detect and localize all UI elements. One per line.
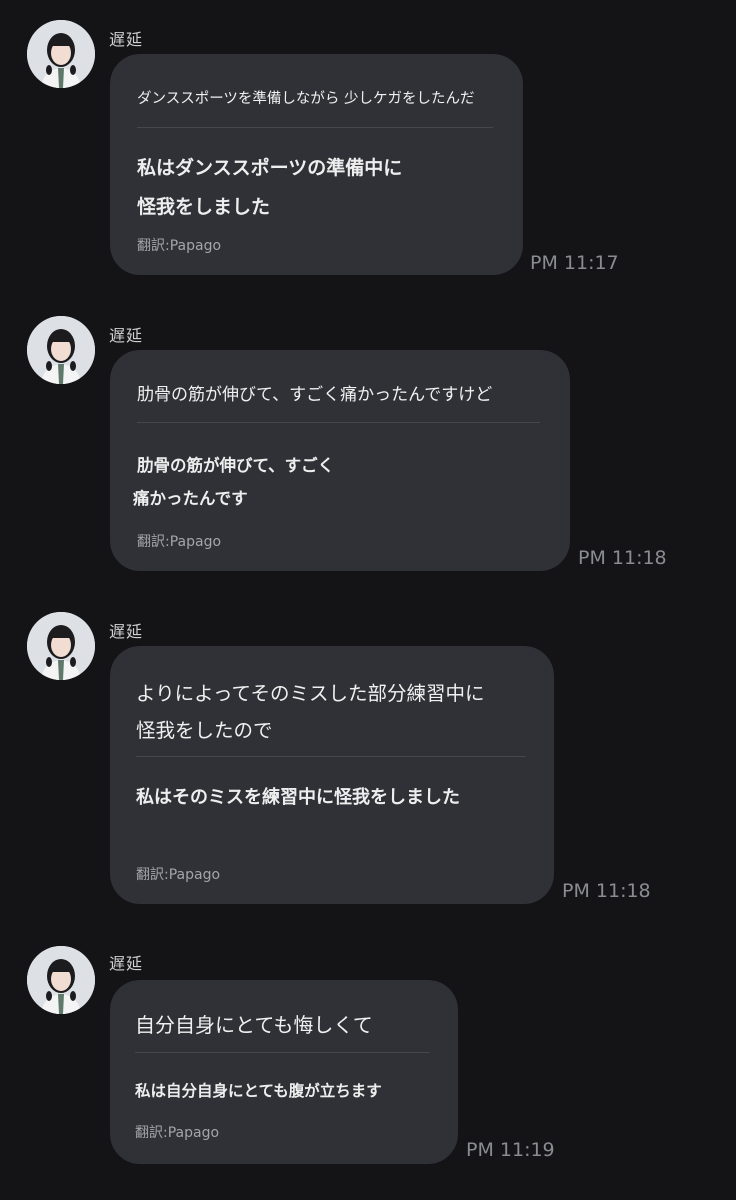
sender-name: 遅延 [109, 622, 144, 641]
translation-divider [137, 127, 493, 128]
translated-text-line: 痛かったんです [133, 489, 248, 508]
message-bubble[interactable]: 肋骨の筋が伸びて、すごく痛かったんですけど 肋骨の筋が伸びて、すごく 痛かったん… [110, 350, 570, 571]
original-text: よりによってそのミスした部分練習中に [136, 682, 485, 705]
avatar[interactable] [27, 946, 95, 1014]
translated-text-line: 私はそのミスを練習中に怪我をしました [136, 787, 460, 808]
message-bubble[interactable]: よりによってそのミスした部分練習中に 怪我をしたので 私はそのミスを練習中に怪我… [110, 646, 554, 904]
message-bubble[interactable]: ダンススポーツを準備しながら 少しケガをしたんだ 私はダンススポーツの準備中に … [110, 54, 523, 275]
original-text: 怪我をしたので [136, 719, 273, 742]
original-text: 自分自身にとても悔しくて [135, 1013, 373, 1037]
translated-text-line: 肋骨の筋が伸びて、すごく [137, 456, 335, 475]
avatar-image [27, 20, 95, 88]
translation-divider [137, 422, 540, 423]
avatar[interactable] [27, 20, 95, 88]
message-timestamp: PM 11:18 [562, 880, 651, 902]
message-timestamp: PM 11:17 [530, 252, 619, 274]
avatar-image [27, 612, 95, 680]
message-timestamp: PM 11:19 [466, 1139, 555, 1161]
translation-divider [135, 1052, 430, 1053]
avatar[interactable] [27, 612, 95, 680]
sender-name: 遅延 [109, 30, 144, 49]
sender-name: 遅延 [109, 954, 144, 973]
avatar-image [27, 316, 95, 384]
avatar[interactable] [27, 316, 95, 384]
translated-text-line: 私は自分自身にとても腹が立ちます [135, 1082, 382, 1100]
translation-credit: 翻訳:Papago [136, 867, 221, 883]
original-text: 肋骨の筋が伸びて、すごく痛かったんですけど [137, 385, 493, 405]
original-text: ダンススポーツを準備しながら 少しケガをしたんだ [137, 91, 475, 107]
message-bubble[interactable]: 自分自身にとても悔しくて 私は自分自身にとても腹が立ちます 翻訳:Papago [110, 980, 458, 1164]
avatar-image [27, 946, 95, 1014]
translation-credit: 翻訳:Papago [137, 534, 222, 550]
translated-text-line: 怪我をしました [137, 196, 271, 218]
sender-name: 遅延 [109, 326, 144, 345]
translation-divider [136, 756, 526, 757]
message-timestamp: PM 11:18 [578, 547, 667, 569]
translation-credit: 翻訳:Papago [137, 238, 222, 254]
translation-credit: 翻訳:Papago [135, 1125, 220, 1141]
translated-text-line: 私はダンススポーツの準備中に [137, 157, 403, 179]
